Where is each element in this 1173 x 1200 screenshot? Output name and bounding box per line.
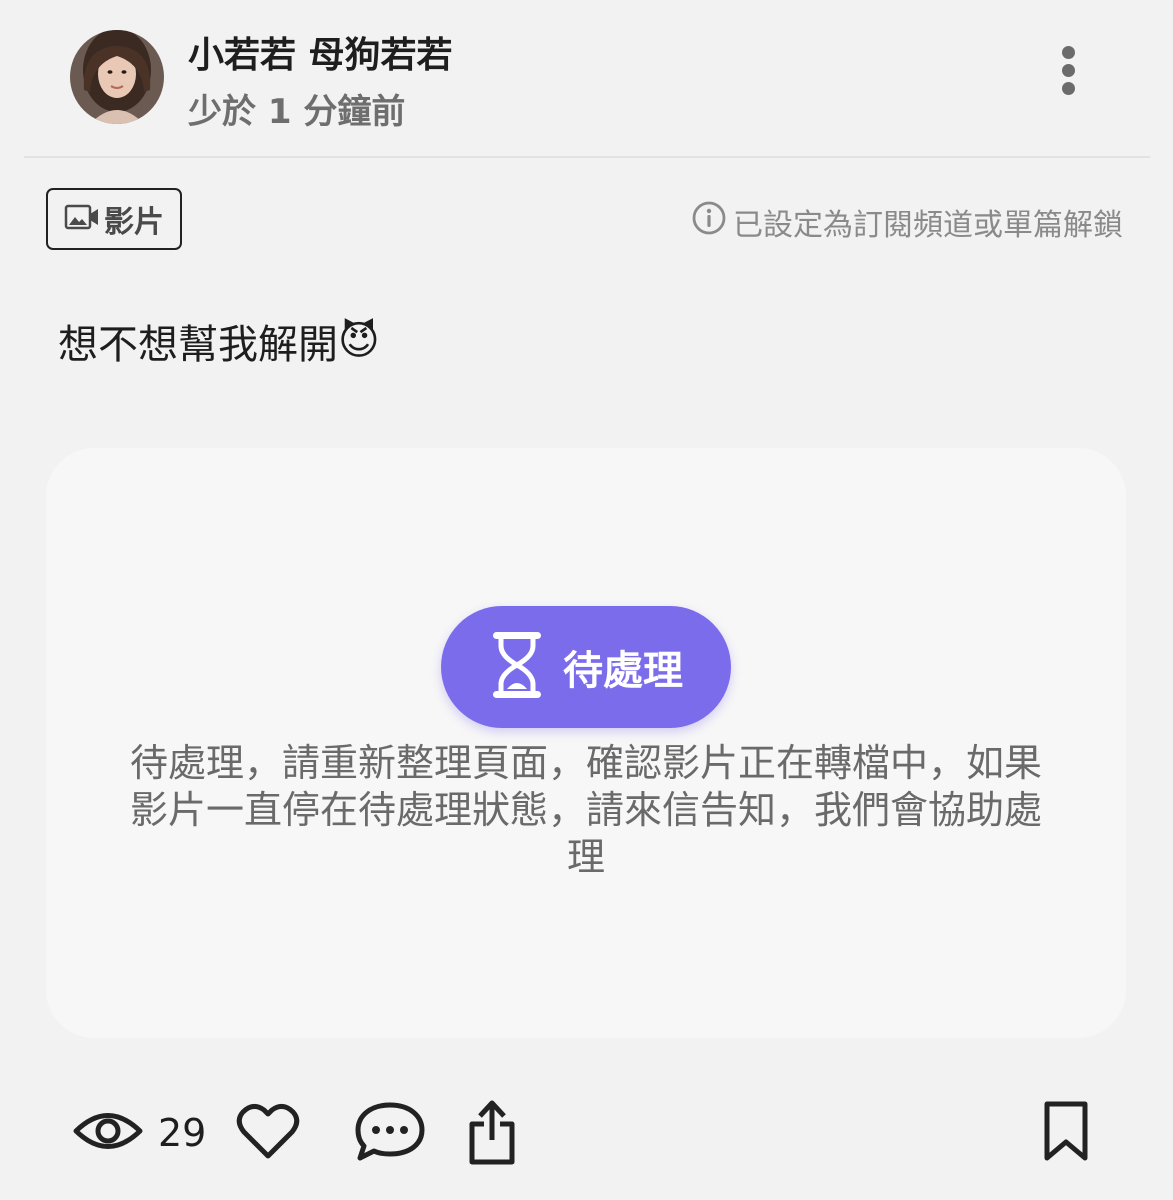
smiling-devil-emoji: 😈 [338, 318, 380, 364]
lock-info: 已設定為訂閱頻道或單篇解鎖 [691, 200, 1123, 244]
media-type-label: 影片 [104, 205, 164, 240]
share-icon [464, 1096, 520, 1170]
video-placeholder[interactable]: 待處理 待處理，請重新整理頁面，確認影片正在轉檔中，如果影片一直停在待處理狀態，… [46, 448, 1126, 1038]
comment-button[interactable] [354, 1090, 426, 1176]
post-header: 小若若 母狗若若 少於 1 分鐘前 [0, 0, 1173, 158]
post-caption-text: 想不想幫我解開 [58, 322, 338, 368]
pending-status-badge: 待處理 [441, 606, 731, 728]
post-timestamp: 少於 1 分鐘前 [188, 92, 406, 132]
eye-icon [72, 1108, 144, 1158]
author-name[interactable]: 小若若 母狗若若 [188, 26, 453, 78]
more-vertical-icon[interactable] [1046, 40, 1090, 100]
post-caption: 想不想幫我解開 😈 [58, 312, 380, 370]
avatar[interactable] [70, 30, 164, 124]
info-icon [691, 200, 727, 244]
heart-icon [236, 1101, 300, 1165]
bookmark-icon [1040, 1098, 1092, 1168]
bookmark-button[interactable] [1040, 1090, 1092, 1176]
video-camera-icon [64, 202, 100, 236]
post-action-bar: 29 [0, 1090, 1173, 1180]
status-label: 待處理 [563, 648, 683, 694]
media-type-tag: 影片 [46, 188, 182, 250]
comment-bubble-icon [354, 1100, 426, 1166]
share-button[interactable] [464, 1090, 520, 1176]
header-divider [24, 156, 1150, 158]
like-button[interactable] [236, 1090, 300, 1176]
hourglass-icon [489, 629, 545, 705]
lock-info-text: 已設定為訂閱頻道或單篇解鎖 [733, 208, 1123, 243]
view-count: 29 [158, 1111, 207, 1155]
views-stat: 29 [72, 1090, 206, 1176]
status-message: 待處理，請重新整理頁面，確認影片正在轉檔中，如果影片一直停在待處理狀態，請來信告… [129, 741, 1042, 879]
